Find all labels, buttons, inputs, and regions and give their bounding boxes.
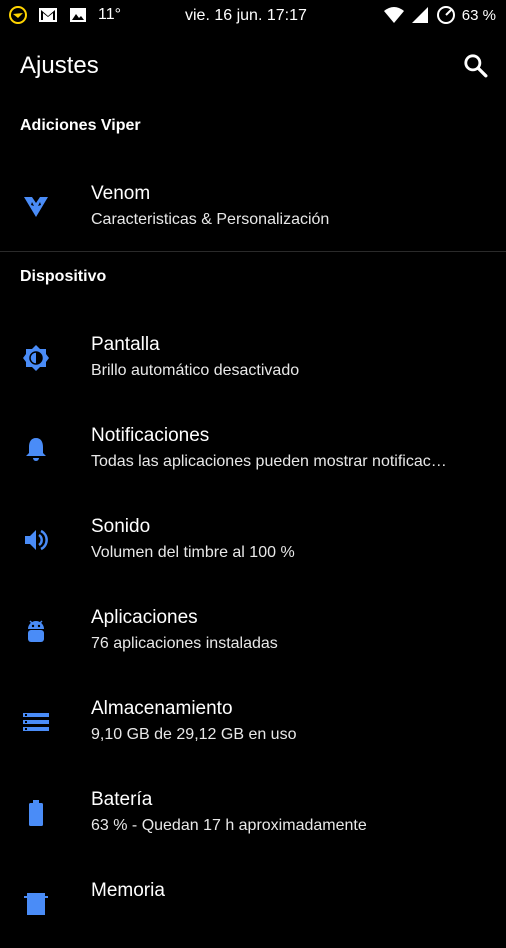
speedometer-icon (436, 6, 455, 24)
status-bar: 11° vie. 16 jun. 17:17 63 % (0, 0, 506, 32)
item-title: Memoria (91, 880, 165, 901)
wifi-icon (383, 7, 404, 23)
bell-icon (26, 438, 46, 461)
battery-icon (29, 800, 43, 826)
item-title: Notificaciones (91, 425, 210, 446)
section-header-adiciones-viper: Adiciones Viper (20, 117, 141, 134)
item-title: Aplicaciones (91, 607, 198, 628)
section-header-dispositivo: Dispositivo (20, 268, 107, 285)
item-summary: 63 % - Quedan 17 h aproximadamente (91, 817, 367, 834)
settings-item-venom[interactable]: Venom Caracteristicas & Personalización (0, 163, 506, 251)
gmail-icon (39, 8, 57, 22)
settings-item-almacenamiento[interactable]: Almacenamiento 9,10 GB de 29,12 GB en us… (0, 678, 506, 766)
settings-item-aplicaciones[interactable]: Aplicaciones 76 aplicaciones instaladas (0, 587, 506, 675)
memory-icon (24, 893, 48, 915)
battery-percent-text: 63 % (461, 6, 496, 24)
section-divider (0, 251, 506, 252)
item-summary: Brillo automático desactivado (91, 362, 300, 379)
item-summary: Todas las aplicaciones pueden mostrar no… (91, 453, 447, 470)
settings-item-notificaciones[interactable]: Notificaciones Todas las aplicaciones pu… (0, 405, 506, 493)
settings-item-sonido[interactable]: Sonido Volumen del timbre al 100 % (0, 496, 506, 584)
settings-item-memoria[interactable]: Memoria (0, 860, 506, 948)
item-summary: Caracteristicas & Personalización (91, 211, 330, 228)
app-toolbar: Ajustes (0, 40, 506, 96)
item-title: Pantalla (91, 334, 160, 355)
status-bar-right: 63 % (383, 5, 496, 25)
item-summary: 76 aplicaciones instaladas (91, 635, 278, 652)
status-datetime: vie. 16 jun. 17:17 (185, 7, 307, 24)
settings-item-bateria[interactable]: Batería 63 % - Quedan 17 h aproximadamen… (0, 769, 506, 857)
settings-item-pantalla[interactable]: Pantalla Brillo automático desactivado (0, 314, 506, 402)
volume-icon (25, 529, 48, 551)
item-title: Sonido (91, 516, 151, 537)
image-icon (70, 8, 86, 22)
android-icon (28, 620, 44, 642)
storage-icon (23, 713, 49, 731)
item-summary: Volumen del timbre al 100 % (91, 544, 295, 561)
item-title: Almacenamiento (91, 698, 233, 719)
page-title: Ajustes (20, 52, 99, 79)
brightness-icon (23, 345, 49, 371)
temperature-text: 11° (98, 6, 122, 23)
item-title: Venom (91, 183, 151, 204)
search-icon[interactable] (462, 52, 488, 78)
item-title: Batería (91, 789, 153, 810)
signal-icon (411, 7, 428, 23)
status-bar-left: 11° (8, 5, 121, 25)
viper-notification-icon (9, 6, 27, 24)
item-summary: 9,10 GB de 29,12 GB en uso (91, 726, 297, 743)
venom-icon (24, 197, 48, 217)
